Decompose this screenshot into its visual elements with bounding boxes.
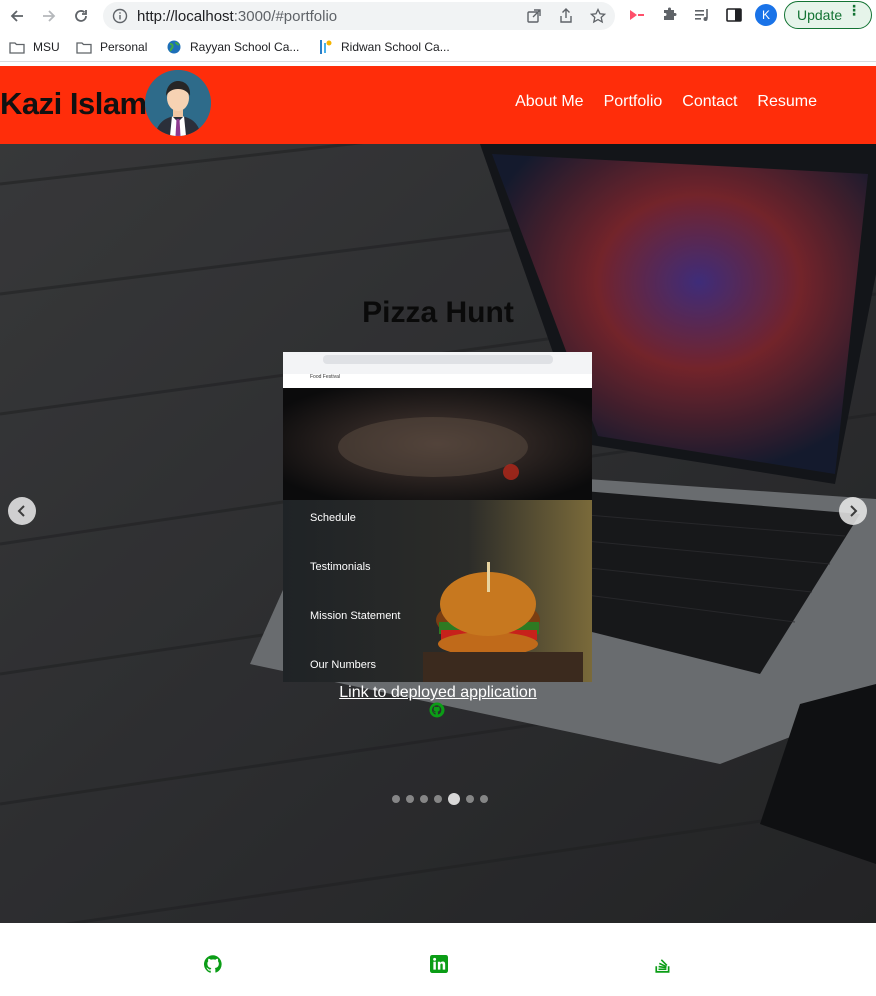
- bookmark-msu[interactable]: MSU: [9, 39, 60, 55]
- stackoverflow-icon[interactable]: [654, 955, 672, 973]
- screenshot-section: Our Numbers: [310, 659, 377, 671]
- bookmarks-bar: MSU Personal Rayyan School Ca... Ridwan …: [0, 32, 876, 62]
- site-favicon-icon: [317, 40, 333, 54]
- deployed-app-link[interactable]: Link to deployed application: [339, 684, 536, 701]
- bookmark-ridwan[interactable]: Ridwan School Ca...: [317, 39, 450, 55]
- folder-icon: [9, 40, 25, 54]
- nav-contact[interactable]: Contact: [682, 93, 737, 111]
- screenshot-section: Testimonials: [310, 561, 371, 573]
- update-label: Update: [797, 7, 843, 23]
- nav-resume[interactable]: Resume: [757, 93, 817, 111]
- github-icon[interactable]: [204, 955, 222, 973]
- carousel-indicator-dot[interactable]: [448, 793, 460, 805]
- linkedin-icon[interactable]: [430, 955, 448, 973]
- site-footer: [0, 923, 876, 996]
- puzzle-extensions-icon[interactable]: [660, 5, 680, 25]
- folder-icon: [76, 40, 92, 54]
- portfolio-carousel: Pizza Hunt Food Festival Schedule Testim…: [0, 144, 876, 923]
- reload-button[interactable]: [69, 4, 93, 28]
- profile-avatar[interactable]: K: [755, 4, 777, 26]
- share-icon[interactable]: [557, 7, 575, 25]
- url-host: http://localhost: [137, 8, 234, 25]
- carousel-indicator-dot[interactable]: [466, 795, 474, 803]
- globe-icon: [166, 40, 182, 54]
- forward-arrow-icon: [43, 10, 56, 22]
- url-text[interactable]: http://localhost:3000/#portfolio: [137, 8, 337, 25]
- avatar: [145, 70, 211, 136]
- bookmark-label: MSU: [33, 40, 60, 54]
- chevron-left-icon: [17, 505, 25, 517]
- carousel-prev-button[interactable]: [8, 497, 36, 525]
- site-nav: About Me Portfolio Contact Resume: [495, 93, 817, 111]
- bookmark-star-icon[interactable]: [589, 7, 607, 25]
- github-repo-icon[interactable]: [429, 702, 445, 718]
- site-header: Kazi Islam About Me Portfolio Contact Re…: [0, 66, 876, 144]
- forward-button[interactable]: [37, 4, 61, 28]
- bookmark-rayyan[interactable]: Rayyan School Ca...: [166, 39, 299, 55]
- chevron-right-icon: [850, 505, 858, 517]
- update-button[interactable]: Update ⋮: [784, 1, 872, 29]
- back-button[interactable]: [5, 4, 29, 28]
- bookmark-label: Personal: [100, 40, 148, 54]
- slide-title: Pizza Hunt: [362, 296, 514, 329]
- carousel-indicator-dot[interactable]: [420, 795, 428, 803]
- screenshot-section: Mission Statement: [310, 610, 401, 622]
- carousel-indicator-dot[interactable]: [480, 795, 488, 803]
- nav-about-me[interactable]: About Me: [515, 93, 583, 111]
- url-path: :3000/#portfolio: [233, 8, 338, 25]
- address-bar[interactable]: http://localhost:3000/#portfolio: [103, 2, 615, 30]
- carousel-indicator-dot[interactable]: [392, 795, 400, 803]
- nav-portfolio[interactable]: Portfolio: [604, 93, 663, 111]
- bookmark-label: Rayyan School Ca...: [190, 40, 300, 54]
- reload-icon: [75, 10, 87, 22]
- browser-toolbar: http://localhost:3000/#portfolio K Updat…: [0, 0, 876, 32]
- site-info-icon[interactable]: [112, 8, 128, 24]
- bookmark-label: Ridwan School Ca...: [341, 40, 450, 54]
- deployed-link-row: Link to deployed application: [0, 684, 876, 702]
- carousel-next-button[interactable]: [839, 497, 867, 525]
- carousel-indicators: [392, 792, 488, 806]
- carousel-indicator-dot[interactable]: [406, 795, 414, 803]
- media-queue-icon[interactable]: [692, 5, 712, 25]
- side-panel-icon[interactable]: [724, 5, 744, 25]
- back-arrow-icon: [10, 10, 23, 22]
- site-brand[interactable]: Kazi Islam: [0, 86, 147, 122]
- carousel-indicator-dot[interactable]: [434, 795, 442, 803]
- open-in-window-icon[interactable]: [525, 7, 543, 25]
- cast-extension-icon[interactable]: [627, 5, 647, 25]
- bookmark-personal[interactable]: Personal: [76, 39, 147, 55]
- screenshot-section: Schedule: [310, 512, 356, 524]
- project-screenshot: Food Festival Schedule Testimonials Miss…: [283, 352, 592, 682]
- more-menu-icon[interactable]: ⋮: [847, 3, 861, 17]
- screenshot-brand: Food Festival: [310, 374, 341, 380]
